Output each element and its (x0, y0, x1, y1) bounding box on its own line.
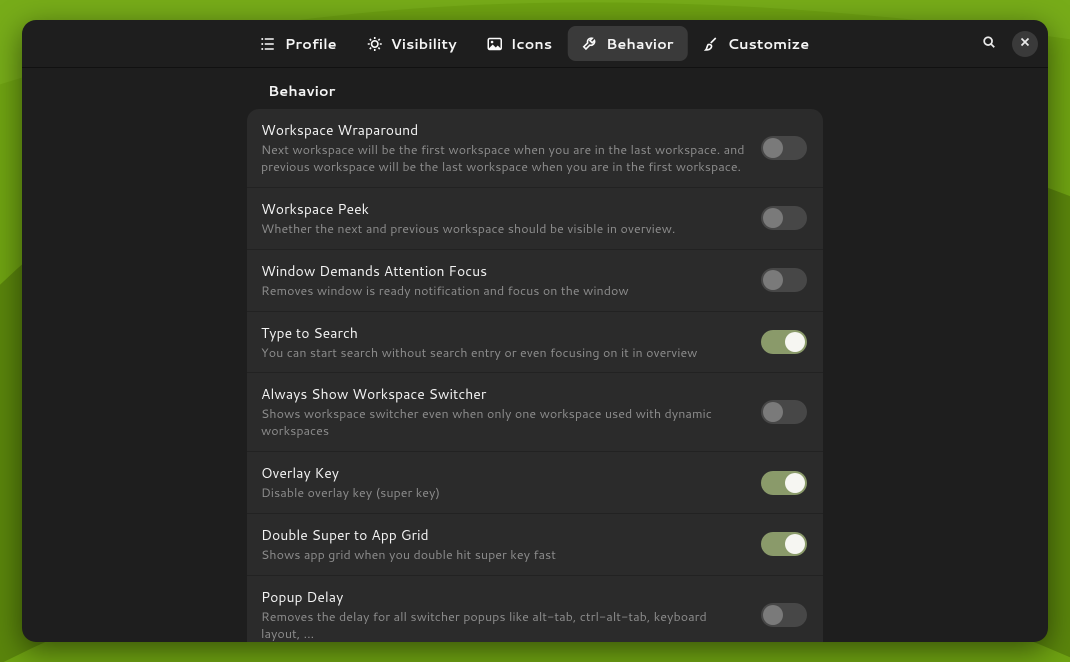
sun-icon (367, 36, 383, 52)
row-subtitle: You can start search without search entr… (261, 345, 745, 362)
tab-icons[interactable]: Icons (473, 26, 566, 61)
row-text: Always Show Workspace Switcher Shows wor… (261, 384, 745, 440)
wrench-icon (582, 36, 598, 52)
row-type-to-search: Type to Search You can start search with… (247, 312, 823, 374)
tab-label: Icons (511, 33, 552, 54)
search-icon (982, 32, 996, 55)
list-icon (261, 36, 277, 52)
row-popup-delay: Popup Delay Removes the delay for all sw… (247, 576, 823, 642)
row-text: Workspace Peek Whether the next and prev… (261, 199, 745, 238)
row-window-demands-attention: Window Demands Attention Focus Removes w… (247, 250, 823, 312)
row-title: Workspace Wraparound (261, 120, 745, 140)
row-title: Overlay Key (261, 463, 745, 483)
tab-label: Customize (728, 33, 810, 54)
brush-icon (704, 36, 720, 52)
row-title: Workspace Peek (261, 199, 745, 219)
tab-bar: Profile Visibility Icons Behavior (247, 26, 824, 61)
toggle-overlay-key[interactable] (761, 471, 807, 495)
toggle-window-demands-attention[interactable] (761, 268, 807, 292)
toggle-workspace-peek[interactable] (761, 206, 807, 230)
row-text: Type to Search You can start search with… (261, 323, 745, 362)
row-text: Workspace Wraparound Next workspace will… (261, 120, 745, 176)
row-title: Window Demands Attention Focus (261, 261, 745, 281)
image-icon (487, 36, 503, 52)
toggle-double-super-app-grid[interactable] (761, 532, 807, 556)
row-title: Always Show Workspace Switcher (261, 384, 745, 404)
row-subtitle: Whether the next and previous workspace … (261, 221, 745, 238)
row-subtitle: Removes window is ready notification and… (261, 283, 745, 300)
row-text: Double Super to App Grid Shows app grid … (261, 525, 745, 564)
tab-label: Profile (285, 33, 337, 54)
toggle-always-show-workspace-switcher[interactable] (761, 400, 807, 424)
row-title: Popup Delay (261, 587, 745, 607)
content-area: Behavior Workspace Wraparound Next works… (22, 68, 1048, 642)
row-text: Popup Delay Removes the delay for all sw… (261, 587, 745, 642)
row-workspace-wraparound: Workspace Wraparound Next workspace will… (247, 109, 823, 188)
search-button[interactable] (976, 31, 1002, 57)
row-title: Double Super to App Grid (261, 525, 745, 545)
settings-window: Profile Visibility Icons Behavior (22, 20, 1048, 642)
tab-label: Visibility (391, 33, 457, 54)
row-always-show-workspace-switcher: Always Show Workspace Switcher Shows wor… (247, 373, 823, 452)
row-subtitle: Next workspace will be the first workspa… (261, 142, 745, 176)
row-workspace-peek: Workspace Peek Whether the next and prev… (247, 188, 823, 250)
close-icon (1018, 32, 1032, 55)
row-double-super-app-grid: Double Super to App Grid Shows app grid … (247, 514, 823, 576)
row-subtitle: Shows workspace switcher even when only … (261, 406, 745, 440)
window-controls (976, 31, 1038, 57)
section-title: Behavior (268, 78, 1048, 109)
tab-visibility[interactable]: Visibility (353, 26, 471, 61)
row-subtitle: Disable overlay key (super key) (261, 485, 745, 502)
toggle-popup-delay[interactable] (761, 603, 807, 627)
tab-label: Behavior (606, 33, 673, 54)
row-subtitle: Removes the delay for all switcher popup… (261, 609, 745, 642)
tab-behavior[interactable]: Behavior (568, 26, 687, 61)
close-button[interactable] (1012, 31, 1038, 57)
behavior-list: Workspace Wraparound Next workspace will… (247, 109, 823, 642)
titlebar: Profile Visibility Icons Behavior (22, 20, 1048, 68)
row-overlay-key: Overlay Key Disable overlay key (super k… (247, 452, 823, 514)
row-title: Type to Search (261, 323, 745, 343)
tab-profile[interactable]: Profile (247, 26, 351, 61)
row-subtitle: Shows app grid when you double hit super… (261, 547, 745, 564)
row-text: Window Demands Attention Focus Removes w… (261, 261, 745, 300)
toggle-type-to-search[interactable] (761, 330, 807, 354)
row-text: Overlay Key Disable overlay key (super k… (261, 463, 745, 502)
toggle-workspace-wraparound[interactable] (761, 136, 807, 160)
tab-customize[interactable]: Customize (690, 26, 824, 61)
